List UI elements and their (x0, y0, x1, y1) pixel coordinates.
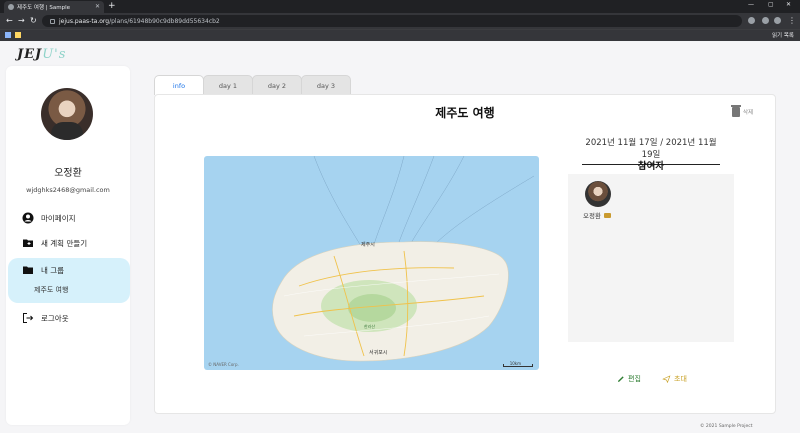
delete-button[interactable]: 삭제 (731, 105, 753, 117)
app-logo[interactable]: JEJU's (17, 47, 66, 62)
sidebar-item-logout[interactable]: 로그아웃 (22, 312, 69, 324)
sidebar-item-mypage[interactable]: 마이페이지 (22, 212, 76, 224)
participants-title: 참여자 (637, 161, 665, 172)
sidebar-item-label: 내 그룹 (41, 265, 65, 275)
more-icon[interactable]: ⋮ (788, 15, 796, 27)
address-bar[interactable]: jejus.paas-ta.org/plans/61948b90c9db89dd… (42, 15, 742, 27)
browser-tabbar: 제주도 여행 | Sample ✕ + — ▢ ✕ (0, 0, 800, 13)
sidebar-item-label: 로그아웃 (41, 313, 69, 323)
map-label-seogwipo: 서귀포시 (369, 349, 387, 356)
bookmark-icon[interactable] (15, 32, 21, 38)
edit-button[interactable]: 편집 (617, 374, 641, 384)
map-label-hallasan: 한라산 (364, 323, 375, 329)
folder-icon (23, 266, 33, 274)
profile-icon[interactable] (774, 17, 781, 24)
back-icon[interactable]: ← (6, 15, 13, 27)
close-tab-icon[interactable]: ✕ (95, 3, 100, 10)
browser-toolbar: ← → ↻ jejus.paas-ta.org/plans/61948b90c9… (0, 13, 800, 29)
pencil-icon (618, 376, 624, 382)
sidebar-item-new-plan[interactable]: 새 계획 만들기 (22, 237, 87, 249)
favicon-icon (8, 4, 14, 10)
day-tabs: info day 1 day 2 day 3 (154, 75, 351, 95)
bookmarks-bar: 읽기 목록 (0, 29, 800, 41)
reload-icon[interactable]: ↻ (30, 15, 37, 27)
user-email: wjdghks2468@gmail.com (26, 186, 110, 194)
forward-icon[interactable]: → (18, 15, 25, 27)
jeju-map: 제주시 서귀포시 한라산 (272, 156, 535, 362)
extension-icon[interactable] (748, 17, 755, 24)
close-window-icon[interactable]: ✕ (786, 1, 791, 8)
group-item-jeju[interactable]: 제주도 여행 (34, 285, 68, 295)
map-view[interactable]: 제주시 서귀포시 한라산 © NAVER Corp. 10km (204, 156, 539, 370)
new-tab-button[interactable]: + (108, 1, 116, 12)
plan-title: 제주도 여행 (435, 106, 495, 120)
owner-badge-icon (603, 212, 611, 218)
send-icon (662, 375, 671, 383)
tab-title: 제주도 여행 | Sample (17, 5, 71, 11)
new-folder-icon (23, 239, 33, 247)
sidebar-item-label: 마이페이지 (41, 213, 76, 223)
map-copyright: © NAVER Corp. (208, 362, 239, 367)
sidebar-item-label: 새 계획 만들기 (41, 238, 88, 248)
puzzle-icon[interactable] (762, 17, 769, 24)
app-page: JEJU's 오정환 wjdghks2468@gmail.com 마이페이지 새… (0, 42, 800, 433)
trash-icon (731, 105, 741, 117)
account-circle-icon (22, 212, 34, 224)
invite-button[interactable]: 초대 (662, 374, 687, 384)
participant-avatar[interactable] (585, 181, 611, 207)
logout-icon (23, 313, 34, 323)
reading-list-button[interactable]: 읽기 목록 (772, 31, 794, 39)
lock-icon (50, 18, 55, 24)
participant-name: 오정환 (583, 210, 611, 220)
minimize-icon[interactable]: — (748, 1, 754, 8)
tab-info[interactable]: info (154, 75, 204, 95)
map-label-jeju-city: 제주시 (361, 241, 375, 248)
maximize-icon[interactable]: ▢ (768, 1, 774, 8)
apps-icon[interactable] (5, 32, 11, 38)
sidebar-item-my-groups[interactable]: 내 그룹 (22, 264, 64, 276)
footer-copyright: © 2021 Sample Project (700, 424, 753, 429)
tab-day-1[interactable]: day 1 (203, 75, 253, 95)
tab-day-3[interactable]: day 3 (301, 75, 351, 95)
participants-panel: 오정환 (568, 174, 734, 342)
browser-tab[interactable]: 제주도 여행 | Sample ✕ (4, 1, 104, 13)
url-text: jejus.paas-ta.org/plans/61948b90c9db89dd… (59, 17, 220, 25)
tab-day-2[interactable]: day 2 (252, 75, 302, 95)
user-name: 오정환 (54, 168, 82, 179)
map-scale-bar (503, 364, 533, 367)
